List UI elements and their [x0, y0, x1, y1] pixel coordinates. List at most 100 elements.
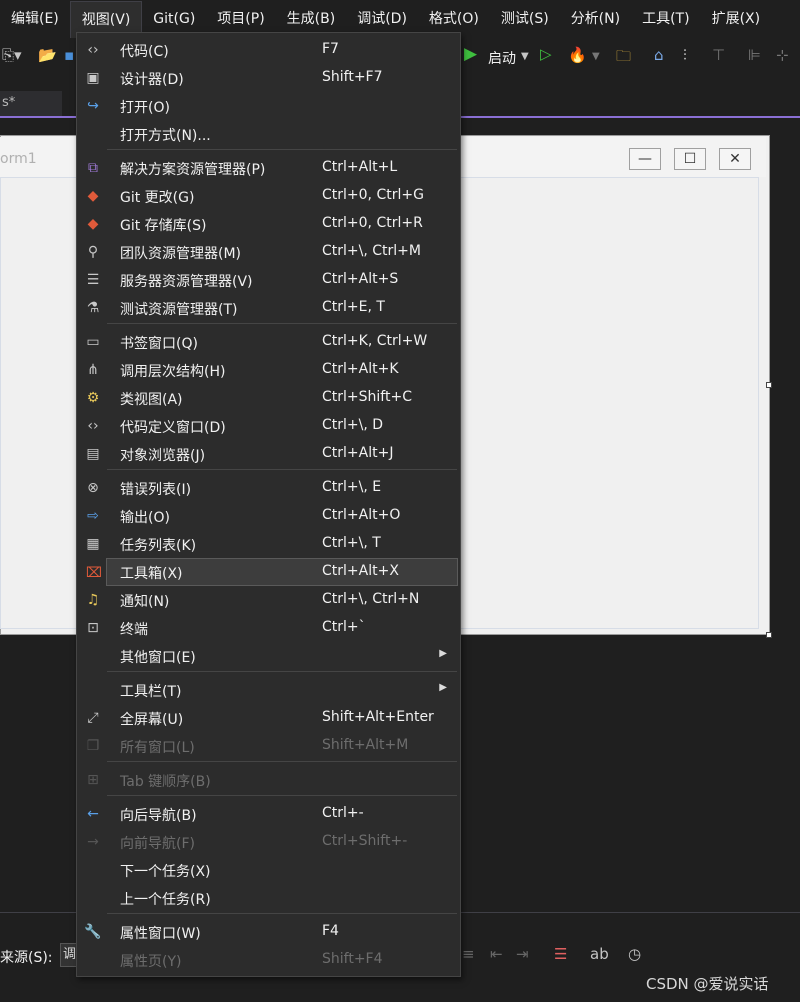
menu-item-label: Git 更改(G): [120, 190, 195, 206]
menu-item-shortcut: Ctrl+Alt+K: [322, 361, 399, 377]
menu-item[interactable]: ⊡ 终端 Ctrl+`: [78, 614, 459, 642]
align-top-icon[interactable]: ⊤: [712, 46, 725, 64]
menu-item-label: 终端: [120, 622, 148, 638]
menu-extensions[interactable]: 扩展(X): [701, 0, 772, 38]
menu-item-label: 调用层次结构(H): [120, 364, 226, 380]
align-left-icon[interactable]: ⊫: [748, 46, 761, 64]
menu-item[interactable]: 属性页(Y) Shift+F4: [78, 946, 459, 974]
clear-list-icon[interactable]: ☰: [554, 945, 567, 963]
menu-separator: [107, 761, 457, 762]
menu-item[interactable]: ▭ 书签窗口(Q) Ctrl+K, Ctrl+W: [78, 328, 459, 356]
menu-item[interactable]: 其他窗口(E) ▶: [78, 642, 459, 670]
menu-item[interactable]: ◆ Git 更改(G) Ctrl+0, Ctrl+G: [78, 182, 459, 210]
menu-analyze[interactable]: 分析(N): [560, 0, 631, 38]
layout-icon[interactable]: ⌂: [654, 46, 664, 64]
menu-item[interactable]: ◆ Git 存储库(S) Ctrl+0, Ctrl+R: [78, 210, 459, 238]
save-icon[interactable]: ▪: [64, 46, 74, 64]
menu-item-shortcut: Ctrl+Alt+L: [322, 159, 398, 175]
view-menu: ‹› 代码(C) F7 ▣ 设计器(D) Shift+F7 ↪ 打开(O) 打开方式(N)...…: [76, 32, 461, 977]
menu-item[interactable]: ❐ 所有窗口(L) Shift+Alt+M: [78, 732, 459, 760]
menu-item[interactable]: ⧉ 解决方案资源管理器(P) Ctrl+Alt+L: [78, 154, 459, 182]
maximize-button[interactable]: ☐: [674, 148, 706, 170]
open-folder-icon[interactable]: 📂: [38, 46, 57, 64]
menu-item-shortcut: Ctrl+Shift+C: [322, 389, 412, 405]
menu-item-label: 打开方式(N)...: [120, 128, 211, 144]
word-wrap-icon[interactable]: ab: [590, 945, 609, 963]
menu-item-shortcut: Ctrl+Alt+J: [322, 445, 394, 461]
menu-item[interactable]: 下一个任务(X): [78, 856, 459, 884]
menu-item[interactable]: 上一个任务(R): [78, 884, 459, 912]
menu-item[interactable]: → 向前导航(F) Ctrl+Shift+-: [78, 828, 459, 856]
menu-item[interactable]: ⚙ 类视图(A) Ctrl+Shift+C: [78, 384, 459, 412]
menu-item[interactable]: ⚲ 团队资源管理器(M) Ctrl+\, Ctrl+M: [78, 238, 459, 266]
start-icon[interactable]: ▶: [464, 44, 477, 64]
menu-item[interactable]: ⋔ 调用层次结构(H) Ctrl+Alt+K: [78, 356, 459, 384]
git-changes-icon: ◆: [87, 188, 99, 204]
menu-item[interactable]: ⌧ 工具箱(X) Ctrl+Alt+X: [86, 558, 458, 586]
menu-item[interactable]: ▦ 任务列表(K) Ctrl+\, T: [78, 530, 459, 558]
bell-icon: ♫: [86, 592, 100, 608]
resize-handle-corner[interactable]: [766, 632, 772, 638]
menu-item-shortcut: F4: [322, 923, 339, 939]
menu-test[interactable]: 测试(S): [490, 0, 560, 38]
menu-item-label: 输出(O): [120, 510, 170, 526]
tab-order-icon: ⊞: [87, 772, 99, 788]
menu-item-label: 代码定义窗口(D): [120, 420, 226, 436]
menu-item[interactable]: 🔧 属性窗口(W) F4: [78, 918, 459, 946]
new-item-icon[interactable]: ⎘▾: [2, 46, 22, 64]
menu-item[interactable]: 工具栏(T) ▶: [78, 676, 459, 704]
menu-item[interactable]: ⇨ 输出(O) Ctrl+Alt+O: [78, 502, 459, 530]
menu-item[interactable]: ▤ 对象浏览器(J) Ctrl+Alt+J: [78, 440, 459, 468]
menu-item[interactable]: ⊗ 错误列表(I) Ctrl+\, E: [78, 474, 459, 502]
find-folder-icon[interactable]: 🗀: [616, 46, 631, 71]
menu-item-label: 工具栏(T): [120, 684, 182, 700]
menu-item[interactable]: ☰ 服务器资源管理器(V) Ctrl+Alt+S: [78, 266, 459, 294]
minimize-button[interactable]: —: [629, 148, 661, 170]
menu-item-label: 设计器(D): [120, 72, 184, 88]
start-dropdown-icon[interactable]: ▼: [521, 51, 529, 62]
menu-item-label: 向前导航(F): [120, 836, 195, 852]
code-icon: ‹›: [87, 42, 99, 58]
menu-edit[interactable]: 编辑(E): [0, 0, 70, 38]
open-icon: ↪: [87, 98, 99, 114]
align-center-icon[interactable]: ⊹: [776, 46, 789, 64]
menu-item-label: 类视图(A): [120, 392, 183, 408]
navigate-back-icon: ←: [87, 806, 99, 822]
source-label: 来源(S):: [0, 950, 53, 966]
menu-item-shortcut: Ctrl+Alt+O: [322, 507, 401, 523]
menu-item-label: 属性页(Y): [120, 954, 182, 970]
menu-item[interactable]: ‹› 代码(C) F7: [78, 36, 459, 64]
resize-handle-right[interactable]: [766, 382, 772, 388]
menu-item-label: 任务列表(K): [120, 538, 197, 554]
menu-item[interactable]: ⤢ 全屏幕(U) Shift+Alt+Enter: [78, 704, 459, 732]
comment-icon[interactable]: ≡: [462, 945, 475, 963]
hot-reload-icon[interactable]: 🔥: [568, 46, 587, 64]
decrease-indent-icon[interactable]: ⇤: [490, 945, 503, 963]
code-definition-icon: ‹›: [87, 418, 99, 434]
hot-reload-dropdown-icon[interactable]: ▼: [592, 51, 600, 62]
menu-item[interactable]: ♫ 通知(N) Ctrl+\, Ctrl+N: [78, 586, 459, 614]
menu-item[interactable]: ↪ 打开(O): [78, 92, 459, 120]
start-without-debug-icon[interactable]: ▷: [540, 45, 552, 63]
close-button[interactable]: ✕: [719, 148, 751, 170]
menu-item[interactable]: 打开方式(N)...: [78, 120, 459, 148]
menu-item[interactable]: ⚗ 测试资源管理器(T) Ctrl+E, T: [78, 294, 459, 322]
menu-item[interactable]: ‹› 代码定义窗口(D) Ctrl+\, D: [78, 412, 459, 440]
clock-icon[interactable]: ◷: [628, 945, 641, 963]
server-explorer-icon: ☰: [86, 272, 100, 288]
document-tab[interactable]: s*: [0, 91, 62, 117]
class-view-icon: ⚙: [86, 390, 100, 406]
menu-item[interactable]: ▣ 设计器(D) Shift+F7: [78, 64, 459, 92]
menu-tools[interactable]: 工具(T): [631, 0, 700, 38]
menu-item[interactable]: ⊞ Tab 键顺序(B): [78, 766, 459, 794]
submenu-arrow-icon: ▶: [439, 682, 447, 693]
menu-item-shortcut: Shift+F4: [322, 951, 383, 967]
menu-item[interactable]: ← 向后导航(B) Ctrl+-: [78, 800, 459, 828]
start-button[interactable]: 启动: [488, 48, 516, 68]
test-explorer-icon: ⚗: [86, 300, 100, 316]
task-list-icon: ▦: [86, 536, 100, 552]
fullscreen-icon: ⤢: [87, 710, 99, 726]
align-icon[interactable]: ⫶: [683, 46, 687, 64]
menu-separator: [107, 323, 457, 324]
increase-indent-icon[interactable]: ⇥: [516, 945, 529, 963]
